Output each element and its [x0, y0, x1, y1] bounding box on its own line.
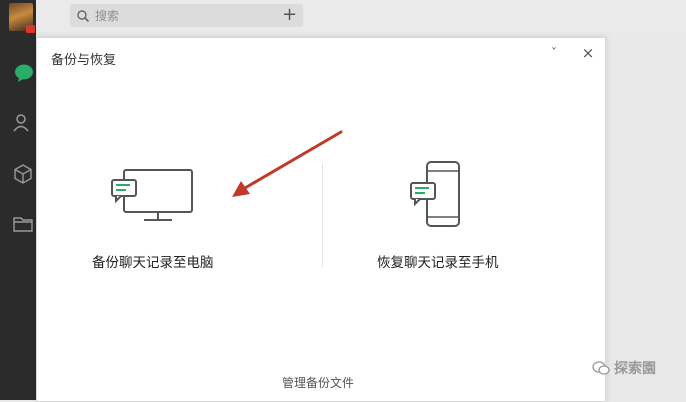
add-button[interactable]: +: [277, 4, 302, 27]
avatar-badge: [26, 25, 35, 33]
chat-icon[interactable]: [13, 62, 35, 84]
watermark: 探索園: [592, 358, 656, 378]
sidebar: [0, 0, 36, 400]
wechat-logo-icon: [592, 361, 610, 375]
option-divider: [322, 163, 323, 267]
watermark-text: 探索園: [614, 361, 656, 377]
minimize-button[interactable]: ˇ: [545, 44, 563, 62]
dialog-title: 备份与恢复: [51, 53, 117, 68]
folder-icon[interactable]: [12, 213, 34, 235]
avatar[interactable]: [9, 3, 35, 33]
search-input[interactable]: 搜索: [70, 4, 303, 27]
computer-icon[interactable]: [110, 164, 196, 226]
contacts-icon[interactable]: [12, 112, 34, 134]
close-button[interactable]: ×: [579, 44, 597, 62]
manage-backup-files-link[interactable]: 管理备份文件: [282, 374, 354, 391]
restore-to-phone-label[interactable]: 恢复聊天记录至手机: [377, 251, 499, 271]
search-icon: [77, 9, 90, 22]
phone-icon[interactable]: [409, 159, 465, 231]
backup-restore-dialog: 备份与恢复 ˇ × 备份聊天记录至电脑 恢复聊天记录至手机 管理备份文件: [36, 37, 606, 402]
backup-to-pc-label[interactable]: 备份聊天记录至电脑: [92, 251, 214, 271]
favorites-icon[interactable]: [12, 163, 34, 185]
search-placeholder: 搜索: [95, 9, 120, 23]
search-bar-area: 搜索 +: [36, 0, 686, 32]
